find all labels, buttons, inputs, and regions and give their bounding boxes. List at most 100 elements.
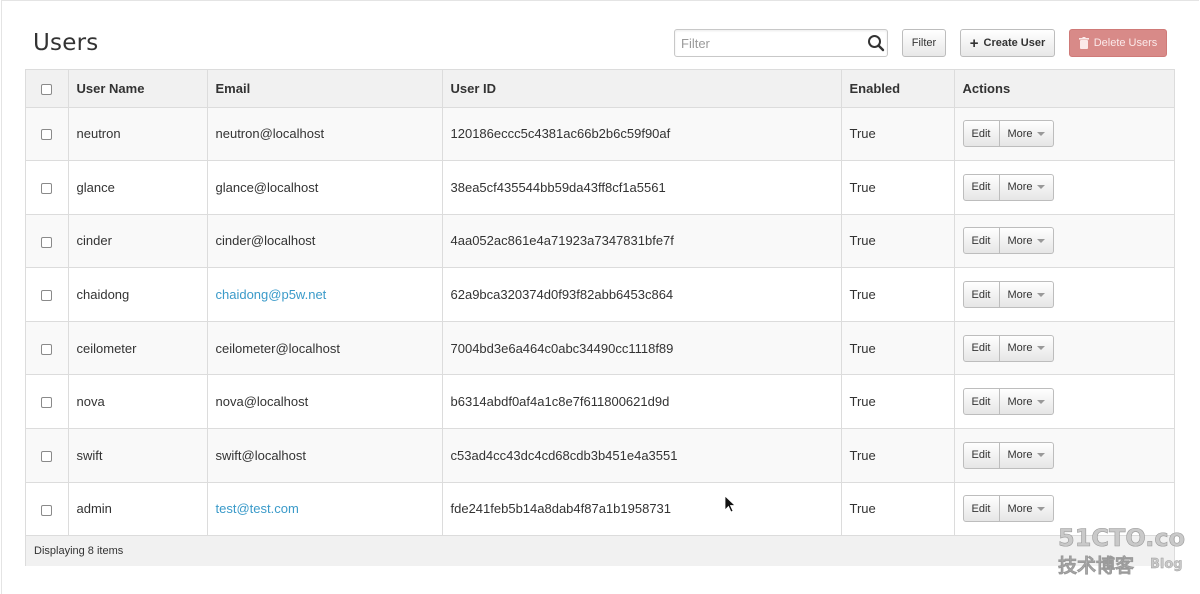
edit-label: Edit: [971, 342, 991, 355]
more-label: More: [1007, 127, 1033, 140]
more-dropdown-button[interactable]: More: [999, 388, 1054, 416]
email-cell: cinder@localhost: [207, 214, 443, 269]
caret-down-icon: [1036, 238, 1045, 243]
table-header-row: User Name Email User ID Enabled Actions: [26, 70, 1174, 108]
page-title: Users: [33, 30, 99, 56]
actions-cell: Edit More: [954, 321, 1174, 376]
actions-cell: Edit More: [954, 267, 1174, 322]
row-select-cell: [26, 160, 69, 215]
enabled-cell: True: [841, 107, 955, 162]
more-dropdown-button[interactable]: More: [999, 334, 1054, 362]
svg-text:51CTO.com: 51CTO.com: [1058, 524, 1186, 552]
search-icon[interactable]: [867, 34, 885, 52]
email-cell: glance@localhost: [207, 160, 443, 215]
create-user-button[interactable]: + Create User: [960, 29, 1055, 57]
more-dropdown-button[interactable]: More: [999, 441, 1054, 469]
actions-cell: Edit More: [954, 428, 1174, 483]
users-table: User Name Email User ID Enabled Actions …: [25, 69, 1175, 566]
row-checkbox[interactable]: [41, 397, 53, 409]
actions-cell: Edit More: [954, 374, 1174, 430]
email-value: neutron@localhost: [215, 126, 325, 142]
email-cell: nova@localhost: [207, 374, 443, 430]
more-label: More: [1007, 449, 1033, 462]
actions-cell: Edit More: [954, 214, 1174, 269]
user-name-cell: swift: [68, 428, 208, 483]
filter-input[interactable]: [675, 30, 860, 56]
row-checkbox[interactable]: [41, 450, 53, 462]
enabled-cell: True: [841, 160, 955, 215]
column-header-email[interactable]: Email: [207, 70, 443, 108]
filter-box[interactable]: [674, 29, 888, 57]
more-dropdown-button[interactable]: More: [999, 120, 1054, 148]
plus-icon: +: [969, 34, 979, 52]
row-checkbox[interactable]: [41, 129, 53, 141]
user-id-cell: fde241feb5b14a8dab4f87a1b1958731: [442, 482, 842, 537]
email-value[interactable]: test@test.com: [216, 501, 299, 516]
edit-button[interactable]: Edit: [962, 120, 1000, 148]
email-value: glance@localhost: [215, 179, 319, 195]
column-header-user-name[interactable]: User Name: [68, 70, 208, 108]
caret-down-icon: [1036, 292, 1045, 297]
edit-button[interactable]: Edit: [962, 388, 1000, 416]
email-value: nova@localhost: [215, 394, 309, 410]
caret-down-icon: [1036, 185, 1045, 190]
row-select-cell: [26, 267, 69, 322]
edit-button[interactable]: Edit: [962, 334, 1000, 362]
table-footer-row: Displaying 8 items: [26, 535, 1174, 566]
row-checkbox[interactable]: [41, 504, 53, 516]
enabled-cell: True: [841, 428, 955, 483]
column-header-enabled[interactable]: Enabled: [841, 70, 955, 108]
filter-button[interactable]: Filter: [902, 29, 946, 57]
more-dropdown-button[interactable]: More: [999, 227, 1054, 255]
row-checkbox[interactable]: [41, 182, 53, 194]
delete-users-button[interactable]: Delete Users: [1069, 29, 1167, 57]
email-cell: swift@localhost: [207, 428, 443, 483]
email-value[interactable]: chaidong@p5w.net: [216, 287, 327, 302]
table-row: ceilometer ceilometer@localhost 7004bd3e6a…: [26, 321, 1174, 376]
edit-label: Edit: [971, 449, 991, 462]
column-header-actions: Actions: [954, 70, 1174, 108]
edit-button[interactable]: Edit: [962, 495, 1000, 523]
enabled-cell: True: [841, 267, 955, 322]
caret-down-icon: [1036, 453, 1045, 458]
more-dropdown-button[interactable]: More: [999, 173, 1054, 201]
enabled-cell: True: [841, 482, 955, 537]
actions-cell: Edit More: [954, 160, 1174, 215]
edit-label: Edit: [971, 502, 991, 515]
user-id-cell: 4aa052ac861e4a71923a7347831bfe7f: [442, 214, 842, 269]
edit-label: Edit: [971, 395, 991, 408]
user-name-cell: glance: [68, 160, 208, 215]
row-checkbox[interactable]: [41, 236, 53, 248]
trash-icon: [1078, 37, 1089, 49]
email-cell: test@test.com: [207, 482, 443, 537]
email-cell: chaidong@p5w.net: [207, 267, 443, 322]
enabled-cell: True: [841, 374, 955, 430]
enabled-cell: True: [841, 321, 955, 376]
watermark-logo: 51CTO.com 技术博客 Blog: [1058, 524, 1186, 578]
mouse-cursor-icon: [724, 495, 736, 513]
user-name-cell: admin: [68, 482, 208, 537]
more-dropdown-button[interactable]: More: [999, 281, 1054, 309]
row-select-cell: [26, 428, 69, 483]
row-checkbox[interactable]: [41, 290, 53, 302]
more-dropdown-button[interactable]: More: [999, 495, 1054, 523]
edit-label: Edit: [971, 234, 991, 247]
row-checkbox[interactable]: [41, 343, 53, 355]
row-select-cell: [26, 374, 69, 430]
column-header-user-id[interactable]: User ID: [442, 70, 842, 108]
edit-button[interactable]: Edit: [962, 281, 1000, 309]
email-cell: ceilometer@localhost: [207, 321, 443, 376]
select-all-checkbox[interactable]: [41, 83, 53, 95]
user-id-cell: 7004bd3e6a464c0abc34490cc1118f89: [442, 321, 842, 376]
select-all-cell: [26, 70, 69, 108]
row-select-cell: [26, 107, 69, 162]
create-user-label: Create User: [983, 37, 1046, 49]
edit-button[interactable]: Edit: [962, 173, 1000, 201]
table-row: admin test@test.com fde241feb5b14a8dab4f87…: [26, 482, 1174, 537]
edit-button[interactable]: Edit: [962, 227, 1000, 255]
email-value: cinder@localhost: [215, 233, 316, 249]
edit-label: Edit: [971, 127, 991, 140]
table-row: nova nova@localhost b6314abdf0af4a1c8e7f61…: [26, 374, 1174, 430]
enabled-cell: True: [841, 214, 955, 269]
edit-button[interactable]: Edit: [962, 441, 1000, 469]
